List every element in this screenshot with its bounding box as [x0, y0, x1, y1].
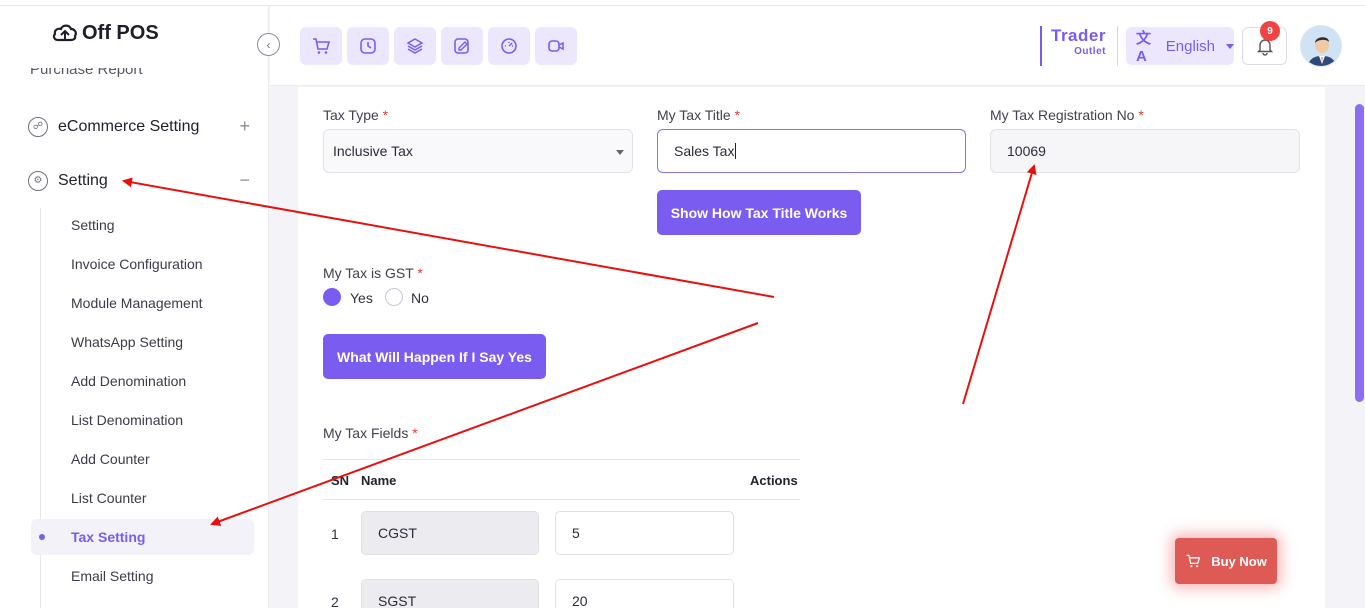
- notification-count-badge: 9: [1260, 21, 1280, 41]
- outlet-title: Trader: [1051, 26, 1106, 45]
- gst-yes-radio[interactable]: [323, 288, 341, 306]
- table-header-actions: Actions: [750, 473, 798, 488]
- gst-no-label: No: [411, 290, 429, 306]
- caret-down-icon: [1226, 43, 1234, 49]
- pos-cart-button[interactable]: [300, 27, 342, 65]
- expand-plus-icon: +: [239, 116, 250, 136]
- sidebar-item-purchase-report[interactable]: Purchase Report: [30, 68, 143, 82]
- sidebar-subitem-list-counter[interactable]: List Counter: [71, 490, 146, 506]
- gst-info-button[interactable]: What Will Happen If I Say Yes: [323, 334, 546, 379]
- table-header-sn: SN: [331, 473, 350, 488]
- page-scrollbar[interactable]: [1355, 104, 1364, 402]
- select-caret-icon: [616, 150, 624, 155]
- language-label: English: [1165, 37, 1215, 55]
- sidebar-subitem-tax-setting[interactable]: Tax Setting: [71, 529, 145, 545]
- sidebar-subitem-setting[interactable]: Setting: [71, 217, 115, 233]
- table-top-border: [323, 459, 800, 460]
- sidebar-item-ecommerce-setting[interactable]: ☍ eCommerce Setting +: [28, 116, 250, 137]
- table-row-sn: 1: [331, 526, 339, 542]
- user-avatar-icon: [1301, 26, 1341, 66]
- tax-title-input[interactable]: Sales Tax: [657, 129, 966, 173]
- sidebar-subitem-list-denomination[interactable]: List Denomination: [71, 412, 183, 428]
- attendance-clock-button[interactable]: [347, 27, 389, 65]
- dashboard-icon: [501, 38, 517, 54]
- text-cursor: [735, 143, 737, 159]
- buy-now-button[interactable]: Buy Now: [1175, 538, 1277, 584]
- active-dot-icon: [39, 534, 45, 540]
- tax-registration-input[interactable]: 10069: [990, 129, 1300, 173]
- gst-yes-label: Yes: [350, 290, 373, 306]
- header-divider: [1117, 26, 1118, 66]
- sidebar-subitem-email-setting[interactable]: Email Setting: [71, 568, 153, 584]
- edit-note-button[interactable]: [441, 27, 483, 65]
- table-row-sn: 2: [331, 594, 339, 608]
- gst-label: My Tax is GST *: [323, 265, 423, 281]
- dashboard-button[interactable]: [488, 27, 530, 65]
- gst-no-radio[interactable]: [385, 288, 403, 306]
- tax-registration-label: My Tax Registration No *: [990, 107, 1144, 123]
- top-header: Trader Outlet 文A English 9: [270, 6, 1365, 86]
- chevron-left-icon: ‹: [266, 37, 271, 52]
- outlet-subtitle: Outlet: [1074, 46, 1106, 57]
- tax-fields-label: My Tax Fields *: [323, 425, 418, 441]
- tax-field-rate-input[interactable]: 20: [555, 579, 734, 608]
- tax-registration-value: 10069: [1007, 143, 1046, 159]
- sidebar-subitem-module-management[interactable]: Module Management: [71, 295, 203, 311]
- collapse-minus-icon: −: [239, 170, 250, 190]
- clock-icon: [360, 38, 376, 54]
- logo-text: Off POS: [82, 21, 159, 44]
- sidebar-collapse-button[interactable]: ‹: [257, 33, 280, 56]
- user-avatar[interactable]: [1300, 25, 1342, 67]
- tax-title-label: My Tax Title *: [657, 107, 740, 123]
- sidebar-subitem-add-denomination[interactable]: Add Denomination: [71, 373, 186, 389]
- tax-type-value: Inclusive Tax: [333, 143, 413, 159]
- cart-icon: [313, 38, 331, 54]
- sidebar-subitem-invoice-configuration[interactable]: Invoice Configuration: [71, 256, 203, 272]
- sidebar-item-label: eCommerce Setting: [58, 117, 200, 135]
- buy-now-label: Buy Now: [1211, 553, 1267, 569]
- video-icon: [548, 40, 564, 52]
- translate-icon: 文A: [1136, 30, 1152, 65]
- tax-field-name-input[interactable]: SGST: [361, 579, 539, 608]
- stock-layers-button[interactable]: [394, 27, 436, 65]
- tax-field-rate-input[interactable]: 5: [555, 511, 734, 555]
- table-header-border: [323, 499, 800, 500]
- video-tutorial-button[interactable]: [535, 27, 577, 65]
- sidebar-subitem-add-counter[interactable]: Add Counter: [71, 451, 150, 467]
- tax-type-label: Tax Type *: [323, 107, 389, 123]
- tax-field-name-input[interactable]: CGST: [361, 511, 539, 555]
- tax-title-value: Sales Tax: [674, 143, 735, 159]
- sidebar-subitem-whatsapp-setting[interactable]: WhatsApp Setting: [71, 334, 183, 350]
- cloud-logo-icon: [52, 24, 77, 42]
- edit-icon: [454, 38, 469, 54]
- gear-icon: ⚙: [28, 170, 48, 191]
- sidebar-item-setting[interactable]: ⚙ Setting −: [28, 170, 250, 191]
- table-header-name: Name: [361, 473, 397, 488]
- show-tax-title-button[interactable]: Show How Tax Title Works: [657, 190, 861, 235]
- language-dropdown[interactable]: 文A English: [1126, 27, 1234, 65]
- tax-type-select[interactable]: Inclusive Tax: [323, 129, 633, 173]
- ecommerce-icon: ☍: [28, 116, 48, 137]
- sidebar-item-label: Setting: [58, 171, 108, 189]
- logo: Off POS: [52, 20, 159, 46]
- cart-icon: [1186, 554, 1201, 568]
- outlet-switcher[interactable]: Trader Outlet: [1040, 26, 1106, 66]
- layers-icon: [406, 38, 424, 54]
